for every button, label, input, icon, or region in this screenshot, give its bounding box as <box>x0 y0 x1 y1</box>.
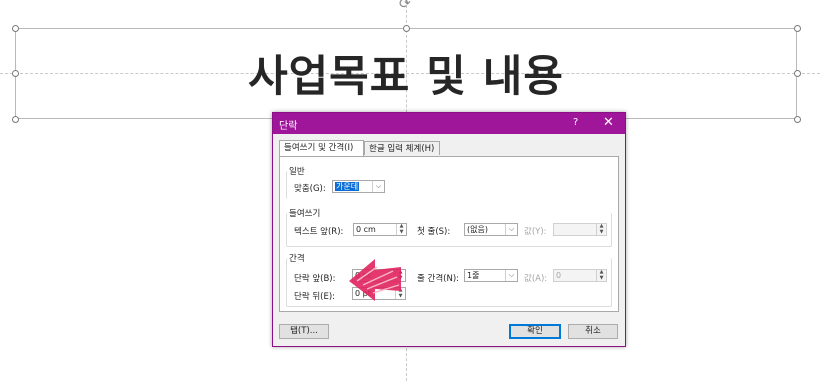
spacing-after-label: 단락 뒤(E): <box>294 292 336 302</box>
line-spacing-label: 줄 간격(N): <box>417 274 460 284</box>
alignment-value: 가운데 <box>335 182 360 191</box>
spacing-before-label: 단락 앞(B): <box>294 274 336 284</box>
by-spinner: ▲ ▼ <box>553 223 607 236</box>
resize-handle-bottom-right[interactable] <box>794 116 801 123</box>
chevron-down-icon[interactable]: ⌵ <box>505 270 517 281</box>
line-spacing-value: 1줄 <box>467 271 480 280</box>
special-select[interactable]: (없음) ⌵ <box>464 223 518 236</box>
spin-arrows-icon: ▲ ▼ <box>596 223 606 235</box>
at-value: 0 <box>556 271 562 280</box>
spin-arrows-icon: ▲ ▼ <box>596 269 606 281</box>
resize-handle-top[interactable] <box>403 25 410 32</box>
help-button[interactable]: ? <box>573 117 578 128</box>
paragraph-dialog: 단락 ? ✕ 들여쓰기 및 간격(I) 한글 입력 체계(H) 일반 맞춤(G)… <box>272 112 626 347</box>
before-text-spinner[interactable]: 0 cm ▲ ▼ <box>353 223 407 236</box>
slide-title[interactable]: 사업목표 및 내용 <box>15 42 797 104</box>
special-label: 첫 줄(S): <box>417 227 451 237</box>
cancel-button[interactable]: 취소 <box>568 324 618 339</box>
tab-panel: 일반 맞춤(G): 가운데 ⌵ 들여쓰기 텍스트 앞(R): 0 cm ▲ ▼ 첫… <box>279 156 619 312</box>
resize-handle-bottom-left[interactable] <box>12 116 19 123</box>
before-text-value: 0 cm <box>356 225 376 234</box>
rotate-handle-icon[interactable]: ⟳ <box>399 0 411 11</box>
dialog-titlebar[interactable]: 단락 ? ✕ <box>273 113 625 134</box>
annotation-arrow-icon <box>349 259 401 301</box>
alignment-label: 맞춤(G): <box>294 184 326 194</box>
line-spacing-select[interactable]: 1줄 ⌵ <box>464 269 518 282</box>
close-button[interactable]: ✕ <box>603 115 614 130</box>
alignment-select[interactable]: 가운데 ⌵ <box>332 180 385 193</box>
tab-indents-spacing[interactable]: 들여쓰기 및 간격(I) <box>279 140 364 156</box>
tab-asian-typography[interactable]: 한글 입력 체계(H) <box>364 141 440 155</box>
spin-arrows-icon[interactable]: ▲▼ <box>396 223 406 235</box>
chevron-down-icon[interactable]: ⌵ <box>372 181 384 192</box>
at-label: 값(A): <box>524 274 548 284</box>
ok-button[interactable]: 확인 <box>509 324 561 339</box>
resize-handle-top-right[interactable] <box>794 25 801 32</box>
by-label: 값(Y): <box>524 227 547 237</box>
chevron-down-icon[interactable]: ⌵ <box>505 224 517 235</box>
tabs-button[interactable]: 탭(T)... <box>279 324 329 339</box>
before-text-label: 텍스트 앞(R): <box>294 227 344 237</box>
at-spinner: 0 ▲ ▼ <box>553 269 607 282</box>
dialog-title: 단락 <box>279 121 298 132</box>
special-value: (없음) <box>467 225 488 234</box>
resize-handle-top-left[interactable] <box>12 25 19 32</box>
